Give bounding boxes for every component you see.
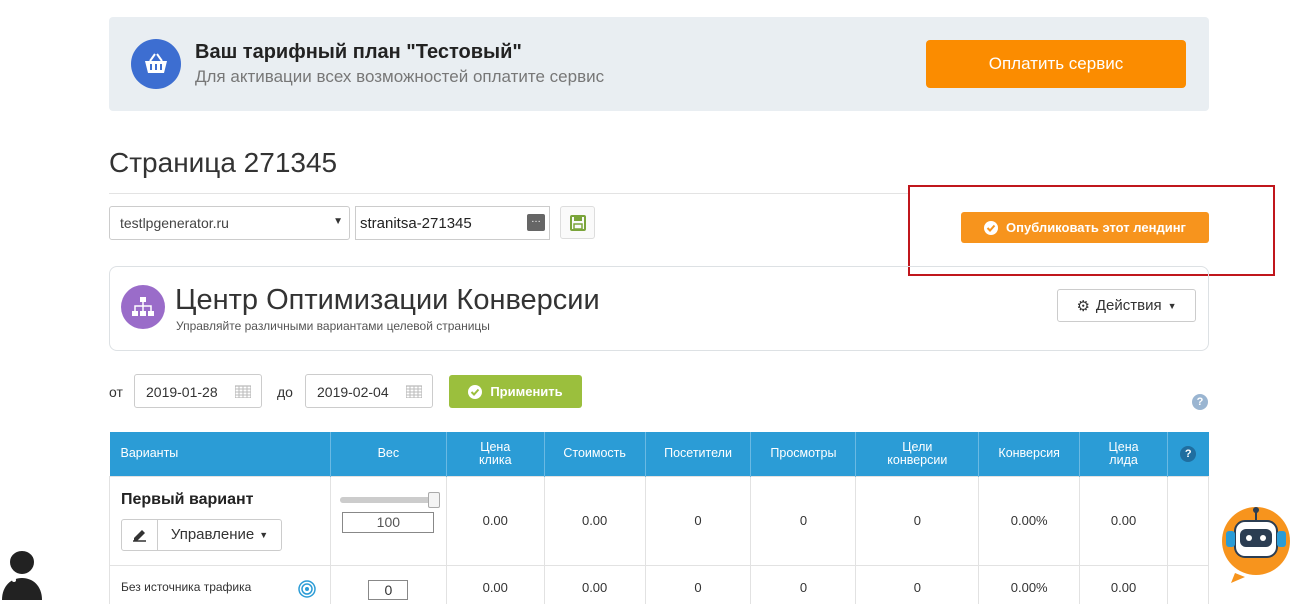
apply-label: Применить <box>490 384 563 399</box>
weight-slider[interactable] <box>340 491 441 508</box>
manage-button-group: Управление ▼ <box>121 518 282 551</box>
to-date-input[interactable]: 2019-02-04 <box>305 374 433 408</box>
help-icon[interactable]: ? <box>1180 445 1197 462</box>
weight-input[interactable]: 100 <box>342 511 435 533</box>
sitemap-icon <box>121 285 165 329</box>
cro-panel: Центр Оптимизации Конверсии Управляйте р… <box>109 266 1209 351</box>
check-circle-icon <box>984 220 999 235</box>
visitors-cell: 0 <box>644 475 752 566</box>
weight-slider-fill <box>340 496 437 503</box>
col-visitors[interactable]: Посетители <box>645 432 752 476</box>
source-weight-input[interactable]: 0 <box>368 579 409 600</box>
table-row: Без источника трафика 0 0.00 0.00 0 0 0 … <box>109 564 1209 604</box>
slug-input[interactable]: stranitsa-271345 … <box>355 206 550 240</box>
conversion-cell: 0.00% <box>978 564 1081 604</box>
col-conversion[interactable]: Конверсия <box>978 432 1081 476</box>
chat-bot-icon[interactable] <box>1217 503 1295 583</box>
source-cell: Без источника трафика <box>109 564 331 604</box>
weight-slider-handle[interactable] <box>428 491 441 508</box>
empty-cell <box>1167 475 1209 566</box>
col-variants[interactable]: Варианты <box>109 432 331 476</box>
target-icon[interactable] <box>298 579 316 598</box>
gear-icon: ⚙ <box>1076 297 1090 315</box>
to-date-value: 2019-02-04 <box>317 384 389 400</box>
pencil-icon <box>133 530 146 542</box>
dropdown-arrow-icon: ▼ <box>333 216 343 227</box>
plan-title: Ваш тарифный план "Тестовый" <box>195 41 522 63</box>
col-goals[interactable]: Цели конверсии <box>855 432 980 476</box>
col-click-price[interactable]: Цена клика <box>446 432 545 476</box>
check-circle-icon <box>468 384 483 399</box>
to-label: до <box>277 384 293 400</box>
plan-subtitle: Для активации всех возможностей оплатите… <box>195 67 605 86</box>
col-lead-price[interactable]: Цена лида <box>1079 432 1168 476</box>
basket-icon <box>131 39 181 89</box>
lead-price-cell: 0.00 <box>1079 475 1168 566</box>
manage-label: Управление <box>170 526 255 543</box>
empty-cell <box>1167 564 1209 604</box>
caret-down-icon: ▼ <box>1167 300 1177 311</box>
weight-cell: 100 <box>329 475 447 566</box>
cost-cell: 0.00 <box>543 564 646 604</box>
weight-cell: 0 <box>329 564 447 604</box>
click-price-cell: 0.00 <box>445 564 545 604</box>
from-date-input[interactable]: 2019-01-28 <box>134 374 262 408</box>
pay-service-button[interactable]: Оплатить сервис <box>926 40 1186 88</box>
goals-cell: 0 <box>855 475 980 566</box>
lead-price-cell: 0.00 <box>1079 564 1168 604</box>
visitors-cell: 0 <box>644 564 752 604</box>
cro-title: Центр Оптимизации Конверсии <box>175 284 600 316</box>
views-cell: 0 <box>750 475 857 566</box>
goals-cell: 0 <box>855 564 980 604</box>
calendar-icon[interactable] <box>406 384 422 398</box>
variants-table: Варианты Вес Цена клика Стоимость Посети… <box>109 432 1209 604</box>
click-price-cell: 0.00 <box>445 475 545 566</box>
table-row: Первый вариант Управление ▼ 100 0.00 0.0… <box>109 475 1209 566</box>
caret-down-icon: ▼ <box>259 529 269 540</box>
from-label: от <box>109 384 123 400</box>
cost-cell: 0.00 <box>543 475 646 566</box>
page-title: Страница 271345 <box>109 147 338 178</box>
domain-value: testlpgenerator.ru <box>120 215 229 231</box>
edit-button[interactable] <box>122 519 158 550</box>
views-cell: 0 <box>750 564 857 604</box>
calendar-icon[interactable] <box>235 384 251 398</box>
more-options-icon[interactable]: … <box>527 214 545 231</box>
help-icon[interactable]: ? <box>1192 394 1208 410</box>
slug-value: stranitsa-271345 <box>360 215 472 232</box>
conversion-cell: 0.00% <box>978 475 1081 566</box>
manage-dropdown[interactable]: Управление ▼ <box>158 520 281 550</box>
source-name: Без источника трафика <box>121 579 252 594</box>
plan-banner: Ваш тарифный план "Тестовый" Для активац… <box>109 17 1209 111</box>
from-date-value: 2019-01-28 <box>146 384 218 400</box>
domain-select[interactable]: testlpgenerator.ru ▼ <box>109 206 350 240</box>
actions-label: Действия <box>1095 297 1162 314</box>
floppy-disk-icon <box>569 214 586 231</box>
cro-subtitle: Управляйте различными вариантами целевой… <box>176 319 490 333</box>
apply-button[interactable]: Применить <box>449 375 582 408</box>
variant-name: Первый вариант <box>121 490 254 508</box>
col-cost[interactable]: Стоимость <box>544 432 646 476</box>
publish-landing-button[interactable]: Опубликовать этот лендинг <box>961 212 1209 243</box>
support-agent-icon[interactable] <box>0 544 46 600</box>
actions-dropdown-button[interactable]: ⚙ Действия ▼ <box>1057 289 1196 322</box>
divider <box>109 193 909 194</box>
save-button[interactable] <box>560 206 595 239</box>
col-help: ? <box>1167 432 1209 476</box>
table-header-row: Варианты Вес Цена клика Стоимость Посети… <box>109 432 1209 476</box>
col-views[interactable]: Просмотры <box>750 432 857 476</box>
publish-label: Опубликовать этот лендинг <box>1006 220 1186 235</box>
variant-cell: Первый вариант Управление ▼ <box>109 475 331 566</box>
col-weight[interactable]: Вес <box>330 432 447 476</box>
